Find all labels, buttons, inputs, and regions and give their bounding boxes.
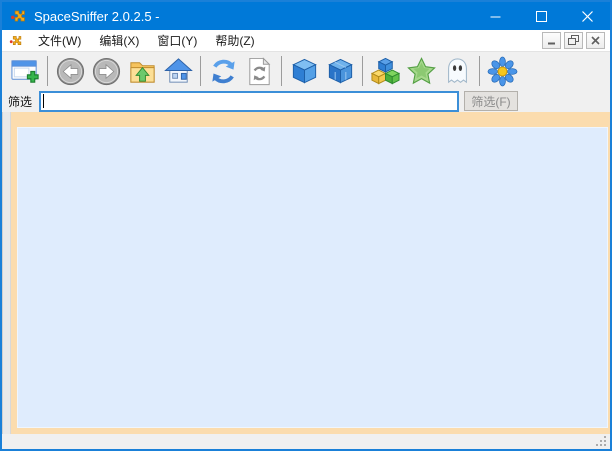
mdi-client-area [2, 112, 610, 449]
mdi-close-button[interactable] [586, 32, 605, 49]
mdi-child-controls [542, 32, 605, 49]
refresh-view-icon [244, 56, 275, 87]
mdi-minimize-icon [547, 36, 556, 45]
star-filter-button[interactable] [403, 53, 439, 89]
status-bar [2, 434, 610, 449]
toolbar-separator [362, 56, 363, 86]
window-title: SpaceSniffer 2.0.2.5 - [34, 9, 160, 24]
maximize-icon [536, 11, 547, 22]
cube-view-button[interactable] [286, 53, 322, 89]
home-button[interactable] [160, 53, 196, 89]
menu-edit[interactable]: 编辑(X) [90, 30, 148, 51]
filter-bar: 筛选 筛选(F) [2, 90, 610, 112]
back-icon [55, 56, 86, 87]
mdi-left-strip [2, 112, 11, 434]
mdi-minimize-button[interactable] [542, 32, 561, 49]
titlebar: SpaceSniffer 2.0.2.5 - [2, 2, 610, 30]
minimize-button[interactable] [472, 2, 518, 30]
flower-options-icon [487, 56, 518, 87]
navigate-back-button[interactable] [52, 53, 88, 89]
new-view-window-button[interactable] [7, 53, 43, 89]
forward-icon [91, 56, 122, 87]
ghost-free-space-button[interactable] [439, 53, 475, 89]
configuration-button[interactable] [484, 53, 520, 89]
toolbar-separator [281, 56, 282, 86]
scan-view-canvas[interactable] [17, 127, 608, 428]
filter-apply-button[interactable]: 筛选(F) [464, 91, 518, 111]
close-button[interactable] [564, 2, 610, 30]
cube-detailed-icon [325, 56, 356, 87]
cube-icon [289, 56, 320, 87]
menu-help[interactable]: 帮助(Z) [206, 30, 263, 51]
resize-grip[interactable] [596, 436, 606, 446]
mdi-close-icon [591, 36, 600, 45]
home-icon [163, 56, 194, 87]
cube-detailed-view-button[interactable] [322, 53, 358, 89]
mdi-restore-icon [568, 35, 579, 46]
star-icon [406, 56, 437, 87]
maximize-button[interactable] [518, 2, 564, 30]
new-view-window-icon [10, 56, 41, 87]
child-view-window [11, 112, 610, 434]
minimize-icon [490, 11, 501, 22]
folder-up-button[interactable] [124, 53, 160, 89]
mdi-restore-button[interactable] [564, 32, 583, 49]
ghost-icon [442, 56, 473, 87]
child-window-puzzle-icon [9, 34, 23, 48]
toolbar-separator [200, 56, 201, 86]
folder-up-icon [127, 56, 158, 87]
refresh-view-button[interactable] [241, 53, 277, 89]
text-caret [43, 94, 44, 108]
menu-file[interactable]: 文件(W) [29, 30, 90, 51]
menu-window[interactable]: 窗口(Y) [148, 30, 206, 51]
refresh-icon [208, 56, 239, 87]
close-icon [582, 11, 593, 22]
colored-cubes-icon [370, 56, 401, 87]
rescan-button[interactable] [205, 53, 241, 89]
toolbar [2, 52, 610, 90]
filter-input[interactable] [39, 91, 459, 112]
toolbar-separator [479, 56, 480, 86]
filter-label: 筛选 [8, 93, 32, 110]
detail-level-button[interactable] [367, 53, 403, 89]
menubar: 文件(W) 编辑(X) 窗口(Y) 帮助(Z) [2, 30, 610, 52]
spacesniffer-window: SpaceSniffer 2.0.2.5 - 文件(W) 编辑(X) 窗口(Y) [0, 0, 612, 451]
app-logo-puzzle-icon [10, 8, 27, 25]
toolbar-separator [47, 56, 48, 86]
navigate-forward-button[interactable] [88, 53, 124, 89]
